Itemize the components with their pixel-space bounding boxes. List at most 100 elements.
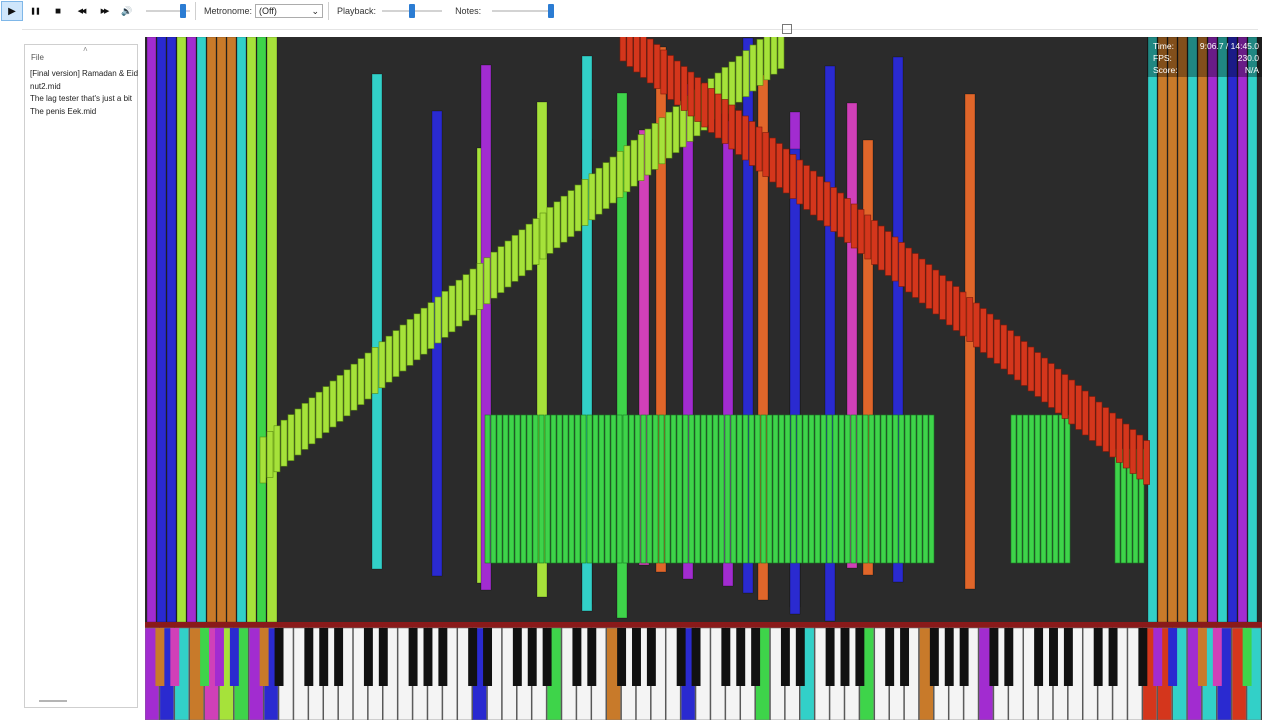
note-bar [518,229,526,277]
note-bar [484,414,491,564]
volume-slider[interactable] [146,1,190,21]
keyboard-top-bar [145,622,1262,628]
note-bar [730,414,737,564]
note-lane [156,37,167,623]
note-bar [1000,324,1008,370]
note-bar [784,414,791,564]
rewind-icon: ◀◀ [77,8,87,15]
horizontal-scrollbar[interactable] [39,700,67,702]
note-bar [667,55,674,100]
note-bar [891,236,899,282]
time-label: Time: [1153,41,1174,51]
note-bar [884,231,892,276]
note-bar [1020,341,1028,386]
note-bar [568,414,575,564]
note-bar [973,302,980,348]
note-bar [823,181,831,227]
note-bar [496,414,503,564]
file-panel-caption: File [31,53,44,62]
pause-button[interactable]: ❚❚ [24,1,46,21]
piano-black-key [438,628,448,686]
note-bar [287,414,295,461]
note-bar [520,414,527,564]
note-bar [880,414,887,564]
note-bar [1022,414,1029,564]
note-bar [808,414,815,564]
piano-black-key [676,628,686,686]
note-bar [646,38,654,84]
note-bar [802,414,809,564]
note-bar [490,251,498,299]
notes-slider-thumb[interactable] [547,4,554,18]
note-bar [588,173,596,221]
note-bar [886,414,893,564]
note-lane [1167,37,1178,623]
note-bar [928,414,935,564]
note-bar [406,319,414,366]
rewind-button[interactable]: ◀◀ [70,1,92,21]
note-bar [322,386,330,433]
note-lane [246,37,257,623]
note-bar [878,225,885,271]
piano-black-key [512,628,522,686]
fast-forward-button[interactable]: ▶▶ [93,1,115,21]
note-bar [700,414,707,564]
notes-slider[interactable] [492,1,555,21]
volume-slider-thumb[interactable] [180,4,187,18]
play-icon: ▶ [8,5,16,17]
note-bar [838,414,845,564]
stop-button[interactable]: ■ [47,1,69,21]
note-bar [259,436,267,484]
note-bar [514,414,521,564]
piano-black-key [646,628,656,686]
note-bar [966,297,974,342]
metronome-value: (Off) [259,6,277,16]
note-bar [946,280,953,326]
pause-icon: ❚❚ [30,8,41,15]
note-bar [688,414,695,564]
note-bar [1109,412,1116,458]
piano-black-key [572,628,582,686]
note-lane [166,37,177,623]
file-list-item[interactable]: The lag tester that's just a bit [30,93,138,106]
note-bar [778,414,785,564]
note-bar [749,44,757,92]
file-list-item[interactable]: [Final version] Ramadan & Eid [30,68,138,81]
note-lane [146,37,157,623]
note-bar [993,319,1001,364]
note-bar [803,165,810,210]
note-bar [532,414,539,564]
file-list-item[interactable]: nut2.mid [30,81,138,94]
note-bar [562,414,569,564]
note-lane [1157,37,1168,623]
note-bar [476,263,484,310]
piano-black-key [825,628,835,686]
metronome-dropdown[interactable]: (Off) ⌄ [255,4,324,18]
piano-black-key [274,628,284,686]
note-bar [939,275,946,320]
volume-button[interactable]: 🔊 [116,1,138,21]
note-bar [714,93,722,139]
note-bar [273,425,281,473]
note-bar [670,414,677,564]
piano-black-key [1093,628,1103,686]
file-list-item[interactable]: The penis Eek.mid [30,106,138,119]
note-bar [1016,414,1023,564]
playback-slider-thumb[interactable] [409,4,416,18]
note-bar [1027,346,1035,392]
score-value: N/A [1244,65,1259,75]
file-list-panel: ˄ File [Final version] Ramadan & Eid nut… [24,44,138,708]
note-bar [790,414,797,564]
note-bar [586,414,593,564]
play-button[interactable]: ▶ [1,1,23,21]
note-lane [1177,37,1188,623]
playback-speed-slider[interactable] [382,1,443,21]
collapse-arrow-icon[interactable]: ˄ [83,45,88,54]
note-bar [959,291,967,337]
note-bar [336,375,344,422]
piano-black-key [989,628,999,686]
note-bar [532,218,540,265]
note-bar [539,212,547,260]
piano-black-key [200,628,210,686]
note-bar [652,414,659,564]
